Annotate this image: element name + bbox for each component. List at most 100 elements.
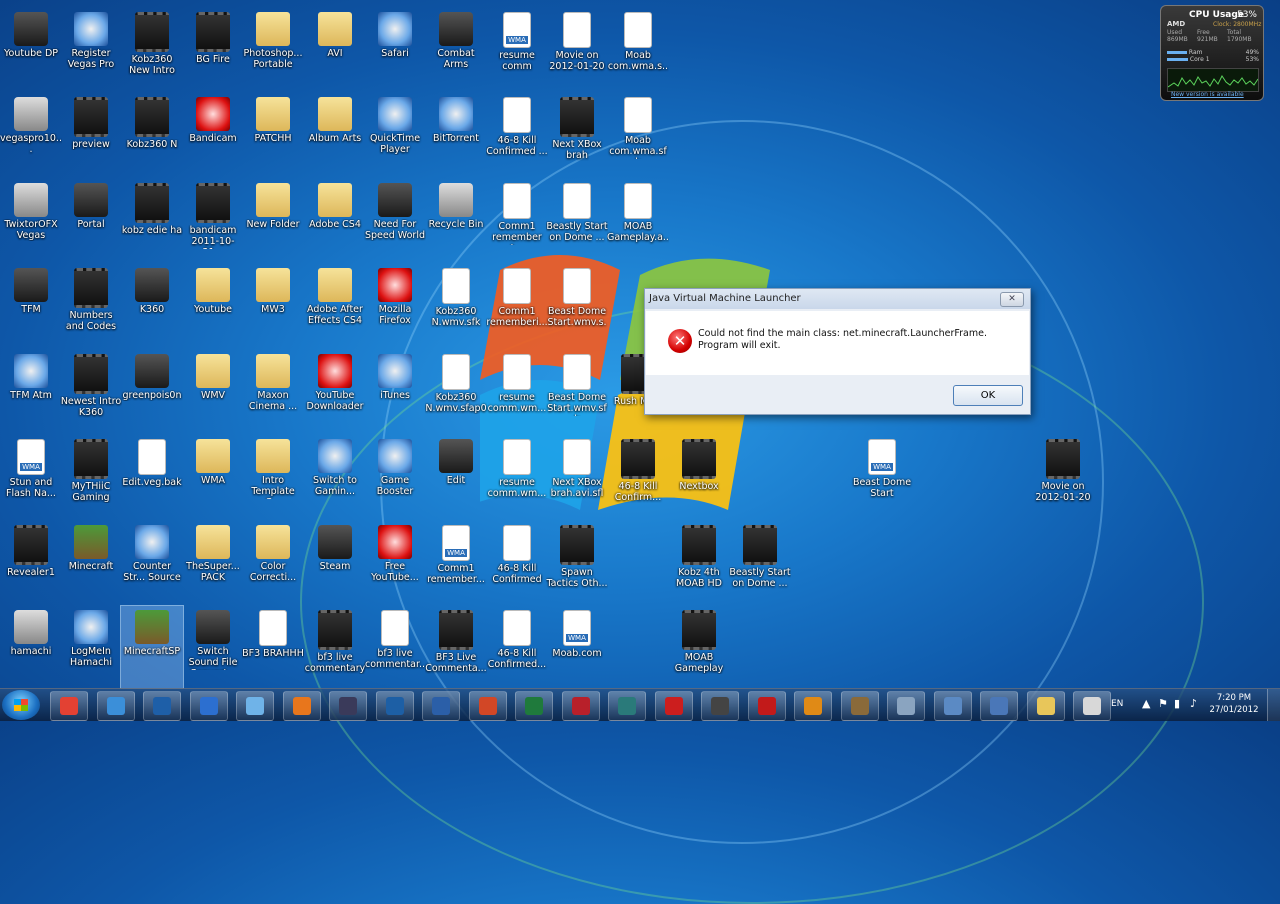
desktop-icon[interactable]: Beastly Start on Dome ... (546, 179, 608, 261)
cpu-usage-gadget[interactable]: CPU Usage 53% AMD Clock: 2800MHz Used Fre… (1160, 5, 1264, 101)
desktop-icon[interactable]: MinecraftSP (120, 605, 184, 689)
action-center-flag-icon[interactable]: ⚑ (1158, 697, 1168, 710)
desktop-icon[interactable]: Moab com.wma.s... (607, 8, 669, 90)
desktop-icon[interactable]: 46-8 Kill Confirmed... (486, 606, 548, 688)
desktop-icon[interactable]: Intro Template C... (242, 435, 304, 517)
taskbar-excel-button[interactable] (515, 691, 553, 721)
desktop-icon[interactable]: Movie on 2012-01-20 ... (1032, 435, 1094, 517)
desktop-icon[interactable]: Need For Speed World (364, 179, 426, 261)
desktop-icon[interactable]: Beast Dome Start.wmv.sfk (546, 350, 608, 432)
taskbar-word-button[interactable] (422, 691, 460, 721)
start-button[interactable] (2, 690, 40, 720)
desktop-icon[interactable]: Kobz360 N (121, 93, 183, 175)
desktop-icon[interactable]: BG Fire (182, 8, 244, 90)
desktop-icon[interactable]: 46-8 Kill Confirmed ... (486, 93, 548, 175)
taskbar-safari-button[interactable] (236, 691, 274, 721)
desktop-icon[interactable]: resume comm (486, 8, 548, 90)
desktop-icon[interactable]: Game Booster (364, 435, 426, 517)
show-hidden-icons-icon[interactable]: ▲ (1142, 697, 1150, 710)
desktop-icon[interactable]: New Folder (242, 179, 304, 261)
desktop-icon[interactable]: bf3 live commentar... (364, 606, 426, 688)
taskbar-acrobat-pro-button[interactable] (561, 691, 600, 721)
desktop-icon[interactable]: Comm1 remember... (425, 521, 487, 603)
desktop-icon[interactable]: Comm1 remember t... (486, 179, 548, 261)
taskbar-paint-button[interactable] (933, 691, 972, 721)
desktop-icon[interactable]: iTunes (364, 350, 426, 432)
desktop-icon[interactable]: BF3 Live Commenta... (425, 606, 487, 688)
desktop-icon[interactable]: Spawn Tactics Oth... (546, 521, 608, 603)
taskbar-photoshop-button[interactable] (375, 691, 414, 721)
dialog-close-button[interactable]: ✕ (1000, 292, 1024, 307)
desktop-icon[interactable]: Counter Str... Source (121, 521, 183, 603)
taskbar-explorer-button[interactable] (1026, 691, 1065, 721)
desktop-icon[interactable]: Mozilla Firefox (364, 264, 426, 346)
desktop-icon[interactable]: Color Correcti... (242, 521, 304, 603)
desktop-icon[interactable]: Numbers and Codes (60, 264, 122, 346)
taskbar-firefox-button[interactable] (282, 691, 321, 721)
taskbar-acrobat-button[interactable] (654, 691, 693, 721)
desktop-icon[interactable]: MOAB Gameplay (668, 606, 730, 688)
desktop-icon[interactable]: TheSuper... PACK (182, 521, 244, 603)
desktop-icon[interactable]: BF3 BRAHHH (242, 606, 304, 688)
desktop-icon[interactable]: TwixtorOFX Vegas (0, 179, 62, 261)
desktop-icon[interactable]: 46-8 Kill Confirm... (607, 435, 669, 517)
system-clock[interactable]: 7:20 PM 27/01/2012 (1208, 692, 1260, 716)
taskbar-publisher-button[interactable] (608, 691, 646, 721)
desktop-icon[interactable]: Edit (425, 435, 487, 517)
desktop-icon[interactable]: Bandicam (182, 93, 244, 175)
desktop-icon[interactable]: BitTorrent (425, 93, 487, 175)
desktop-icon[interactable]: Steam (304, 521, 366, 603)
desktop-icon[interactable]: vegaspro10... (0, 93, 62, 175)
desktop-icon[interactable]: greenpois0n (121, 350, 183, 432)
desktop-icon[interactable]: Youtube DP (0, 8, 62, 90)
taskbar-powerpoint-button[interactable] (468, 691, 507, 721)
desktop-icon[interactable]: LogMeIn Hamachi (60, 606, 122, 688)
desktop-icon[interactable]: Adobe After Effects CS4 (304, 264, 366, 346)
dialog-titlebar[interactable]: Java Virtual Machine Launcher (645, 289, 1030, 309)
taskbar-itunes-button[interactable] (96, 691, 135, 721)
desktop-icon[interactable]: Switch Sound File Convert... (182, 606, 244, 688)
desktop-icon[interactable]: Beast Dome Start (851, 435, 913, 517)
desktop-icon[interactable]: bf3 live commentary (304, 606, 366, 688)
desktop-icon[interactable]: AVI (304, 8, 366, 90)
desktop-icon[interactable]: Next XBox brah.avi.sfl (546, 435, 608, 517)
desktop-icon[interactable]: PATCHH (242, 93, 304, 175)
taskbar-capture-card-button[interactable] (701, 691, 739, 721)
network-icon[interactable]: ▮ (1174, 697, 1180, 710)
taskbar-chrome-button[interactable] (50, 691, 88, 721)
desktop-icon[interactable]: MyTHiiC Gaming (60, 435, 122, 517)
taskbar-free-youtube-button[interactable] (747, 691, 786, 721)
desktop-icon[interactable]: Photoshop... Portable (242, 8, 304, 90)
taskbar-scissors-button[interactable] (887, 691, 925, 721)
desktop-icon[interactable]: Comm1 rememberi... (486, 264, 548, 346)
volume-icon[interactable]: ♪ (1190, 697, 1197, 710)
taskbar-network-button[interactable] (980, 691, 1018, 721)
desktop-icon[interactable]: hamachi (0, 606, 62, 688)
desktop-icon[interactable]: Kobz360 New Intro (121, 8, 183, 90)
desktop-icon[interactable]: Next XBox brah (546, 93, 608, 175)
desktop-icon[interactable]: resume comm.wm... (486, 350, 548, 432)
language-indicator[interactable]: EN (1111, 699, 1123, 709)
desktop-icon[interactable]: Revealer1 (0, 521, 62, 603)
desktop-icon[interactable]: Stun and Flash Na... (0, 435, 62, 517)
desktop-icon[interactable]: TFM (0, 264, 62, 346)
desktop-icon[interactable]: Switch to Gamin... (304, 435, 366, 517)
desktop-icon[interactable]: Beastly Start on Dome ... (729, 521, 791, 603)
taskbar-media-player-button[interactable] (794, 691, 832, 721)
desktop-icon[interactable]: 46-8 Kill Confirmed (486, 521, 548, 603)
desktop-icon[interactable]: QuickTime Player (364, 93, 426, 175)
desktop-icon[interactable]: MOAB Gameplay.a... (607, 179, 669, 261)
desktop-icon[interactable]: Register Vegas Pro (60, 8, 122, 90)
desktop-icon[interactable]: Moab.com (546, 606, 608, 688)
desktop-icon[interactable]: Kobz 4th MOAB HD (668, 521, 730, 603)
desktop-icon[interactable]: WMA (182, 435, 244, 517)
desktop-icon[interactable]: Nextbox (668, 435, 730, 517)
taskbar-media-center-button[interactable] (143, 691, 181, 721)
desktop-icon[interactable]: WMV (182, 350, 244, 432)
desktop-icon[interactable]: Safari (364, 8, 426, 90)
desktop-icon[interactable]: K360 (121, 264, 183, 346)
desktop-icon[interactable]: Recycle Bin (425, 179, 487, 261)
taskbar-tool-button[interactable] (840, 691, 879, 721)
desktop-icon[interactable]: kobz edie ha (121, 179, 183, 261)
desktop-icon[interactable]: Combat Arms (425, 8, 487, 90)
